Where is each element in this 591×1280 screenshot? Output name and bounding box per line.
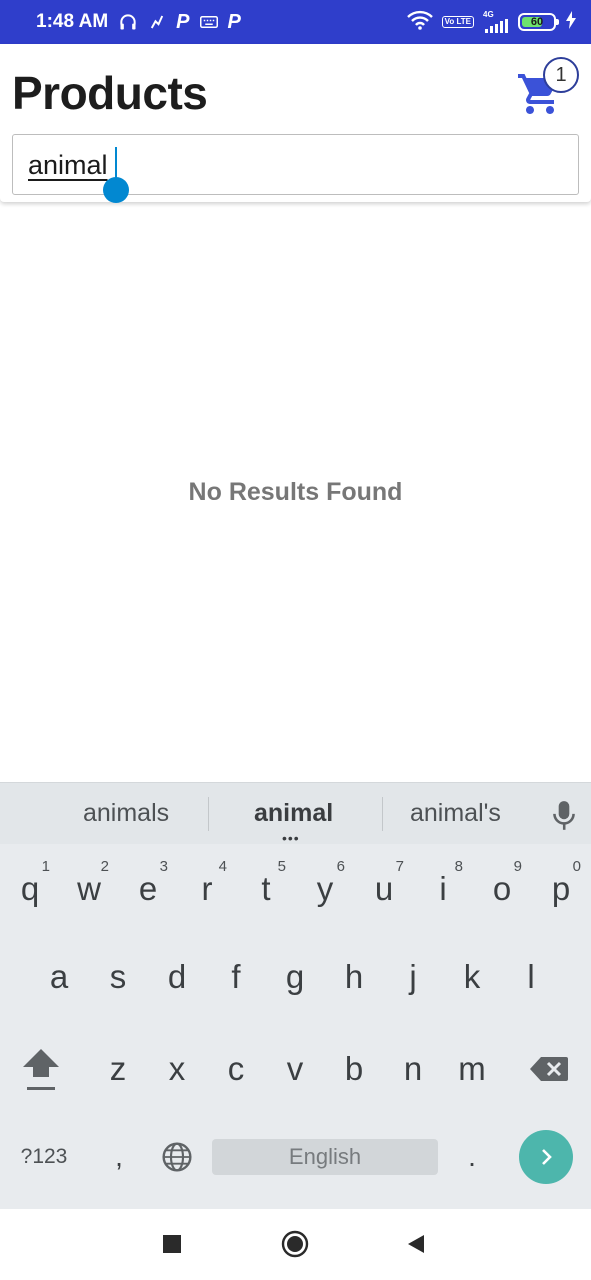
app-header: Products 1 animal bbox=[0, 44, 591, 203]
back-icon bbox=[408, 1235, 424, 1253]
key-a[interactable]: a bbox=[32, 940, 86, 1014]
enter-key[interactable] bbox=[519, 1130, 573, 1184]
symbols-key[interactable]: ?123 bbox=[10, 1130, 78, 1184]
battery-level: 60 bbox=[530, 16, 544, 28]
key-j[interactable]: j bbox=[386, 940, 440, 1014]
back-button[interactable] bbox=[396, 1224, 436, 1264]
key-v[interactable]: v bbox=[268, 1032, 322, 1106]
key-u[interactable]: u7 bbox=[357, 852, 411, 926]
key-y[interactable]: y6 bbox=[298, 852, 352, 926]
key-w[interactable]: w2 bbox=[62, 852, 116, 926]
suggestion-divider bbox=[208, 797, 209, 831]
system-icons: Vo LTE 4G 60 bbox=[406, 10, 577, 35]
caret-handle[interactable] bbox=[103, 177, 129, 203]
suggestion-strip: animals animal ••• animal's bbox=[0, 782, 591, 846]
backspace-icon bbox=[530, 1057, 568, 1081]
key-f[interactable]: f bbox=[209, 940, 263, 1014]
charging-icon bbox=[565, 10, 577, 34]
shift-key[interactable] bbox=[14, 1032, 68, 1106]
key-g[interactable]: g bbox=[268, 940, 322, 1014]
key-o[interactable]: o9 bbox=[475, 852, 529, 926]
suggestion-left[interactable]: animals bbox=[83, 799, 169, 828]
activity-icon bbox=[148, 13, 166, 31]
home-icon bbox=[281, 1230, 309, 1258]
cart-count-badge: 1 bbox=[543, 57, 579, 93]
screen: 1:48 AM P P Vo LTE 4G 60 Products 1 anim… bbox=[0, 0, 591, 1280]
p-app-icon: P bbox=[227, 10, 241, 33]
battery-icon: 60 bbox=[518, 13, 559, 31]
soft-keyboard: animals animal ••• animal's q1 w2 e3 r4 … bbox=[0, 782, 591, 1209]
home-button[interactable] bbox=[274, 1223, 316, 1265]
backspace-key[interactable] bbox=[522, 1032, 576, 1106]
suggestion-right[interactable]: animal's bbox=[410, 799, 501, 828]
keyboard-icon bbox=[199, 15, 218, 29]
search-input[interactable]: animal bbox=[12, 134, 579, 203]
headphones-icon bbox=[118, 12, 138, 32]
key-n[interactable]: n bbox=[386, 1032, 440, 1106]
space-key[interactable]: English bbox=[212, 1139, 438, 1175]
signal-icon: 4G bbox=[483, 11, 509, 33]
page-title: Products bbox=[12, 67, 208, 119]
key-r[interactable]: r4 bbox=[180, 852, 234, 926]
period-key[interactable]: . bbox=[452, 1130, 492, 1184]
suggestion-center[interactable]: animal bbox=[254, 799, 333, 828]
language-key[interactable] bbox=[152, 1130, 202, 1184]
globe-icon bbox=[162, 1142, 192, 1172]
key-z[interactable]: z bbox=[91, 1032, 145, 1106]
key-i[interactable]: i8 bbox=[416, 852, 470, 926]
search-input-value: animal bbox=[28, 150, 108, 180]
enter-arrow-icon bbox=[542, 1149, 552, 1165]
notification-icons: P P bbox=[118, 11, 241, 34]
suggestion-divider bbox=[382, 797, 383, 831]
key-p[interactable]: p0 bbox=[534, 852, 588, 926]
key-e[interactable]: e3 bbox=[121, 852, 175, 926]
key-d[interactable]: d bbox=[150, 940, 204, 1014]
key-x[interactable]: x bbox=[150, 1032, 204, 1106]
key-l[interactable]: l bbox=[504, 940, 558, 1014]
status-bar: 1:48 AM P P Vo LTE 4G 60 bbox=[0, 0, 591, 44]
recents-button[interactable] bbox=[152, 1224, 192, 1264]
recents-icon bbox=[163, 1235, 181, 1253]
key-q[interactable]: q1 bbox=[3, 852, 57, 926]
key-t[interactable]: t5 bbox=[239, 852, 293, 926]
key-c[interactable]: c bbox=[209, 1032, 263, 1106]
wifi-icon bbox=[406, 10, 433, 35]
mic-icon[interactable] bbox=[551, 799, 577, 833]
comma-key[interactable]: , bbox=[97, 1130, 141, 1184]
volte-icon: Vo LTE bbox=[441, 16, 474, 28]
key-b[interactable]: b bbox=[327, 1032, 381, 1106]
more-suggestions-dots: ••• bbox=[282, 830, 300, 846]
key-k[interactable]: k bbox=[445, 940, 499, 1014]
shift-icon bbox=[23, 1049, 59, 1090]
empty-results-message: No Results Found bbox=[188, 478, 403, 506]
navigation-bar bbox=[0, 1209, 591, 1280]
p-app-icon: P bbox=[176, 10, 190, 33]
key-s[interactable]: s bbox=[91, 940, 145, 1014]
key-h[interactable]: h bbox=[327, 940, 381, 1014]
key-m[interactable]: m bbox=[445, 1032, 499, 1106]
status-time: 1:48 AM bbox=[36, 11, 109, 32]
